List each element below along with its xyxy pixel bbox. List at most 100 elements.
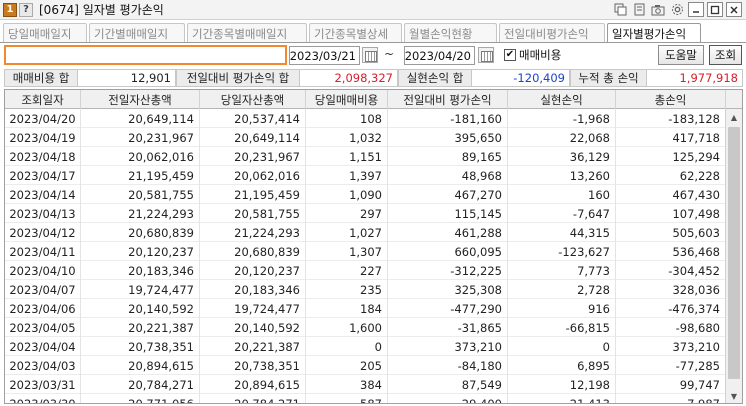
table-body: 2023/04/20 20,649,114 20,537,414 108 -181,16…: [5, 109, 726, 403]
help-button[interactable]: 도움말: [658, 45, 704, 65]
table-row[interactable]: 2023/04/18 20,062,016 20,231,967 1,151 89,16…: [5, 147, 726, 166]
table-row[interactable]: 2023/04/04 20,738,351 20,221,387 0 373,210 0 3…: [5, 337, 726, 356]
fee-checkbox-label: 매매비용: [519, 48, 562, 62]
cell-today-assets: 19,724,477: [200, 299, 306, 318]
cell-date: 2023/04/17: [5, 166, 81, 185]
tab-daily-eval[interactable]: 일자별평가손익: [607, 23, 701, 43]
minimize-icon[interactable]: [688, 2, 704, 17]
cell-date: 2023/04/20: [5, 109, 81, 128]
link-icon[interactable]: [612, 2, 628, 17]
tab-monthly-pnl[interactable]: 월별손익현황: [404, 23, 497, 43]
start-date-input[interactable]: 2023/03/21: [289, 46, 360, 65]
camera-icon[interactable]: [650, 2, 666, 17]
cell-total: 62,228: [616, 166, 726, 185]
table-row[interactable]: 2023/04/07 19,724,477 20,183,346 235 325,308…: [5, 280, 726, 299]
tab-period-journal[interactable]: 기간별매매일지: [89, 23, 185, 43]
prev-eval-sum-label: 전일대비 평가손익 합: [176, 69, 300, 87]
cell-prev-assets: 20,894,615: [81, 356, 200, 375]
cell-realized: -7,647: [508, 204, 616, 223]
tab-daily-journal[interactable]: 당일매매일지: [3, 23, 87, 43]
end-calendar-icon[interactable]: [478, 47, 494, 63]
table-row[interactable]: 2023/04/11 20,120,237 20,680,839 1,307 660,0…: [5, 242, 726, 261]
cell-realized: 21,413: [508, 394, 616, 403]
cell-total: 505,603: [616, 223, 726, 242]
fee-checkbox[interactable]: ✔: [504, 49, 516, 61]
cell-today-assets: 20,649,114: [200, 128, 306, 147]
cell-prev-assets: 20,649,114: [81, 109, 200, 128]
col-realized-header[interactable]: 실현손익: [508, 90, 616, 109]
table-row[interactable]: 2023/04/13 21,224,293 20,581,755 297 115,145…: [5, 204, 726, 223]
end-date-input[interactable]: 2023/04/20: [404, 46, 475, 65]
tab-period-stock-detail[interactable]: 기간종목별상세: [309, 23, 402, 43]
cell-realized: 6,895: [508, 356, 616, 375]
account-input[interactable]: [4, 45, 287, 65]
cell-fee: 205: [306, 356, 388, 375]
scroll-up-icon[interactable]: ▲: [726, 109, 742, 125]
summary-bar: 매매비용 합 12,901 전일대비 평가손익 합 2,098,327 실현손익…: [4, 69, 743, 87]
cell-today-assets: 21,224,293: [200, 223, 306, 242]
close-icon[interactable]: [726, 2, 742, 17]
cell-today-assets: 20,183,346: [200, 280, 306, 299]
cell-realized: 160: [508, 185, 616, 204]
cell-prev-eval: 461,288: [388, 223, 508, 242]
table-row[interactable]: 2023/04/19 20,231,967 20,649,114 1,032 395,6…: [5, 128, 726, 147]
col-total-header[interactable]: 총손익: [616, 90, 726, 109]
cell-total: 125,294: [616, 147, 726, 166]
search-button[interactable]: 조회: [709, 45, 742, 65]
cell-today-assets: 20,537,414: [200, 109, 306, 128]
table-row[interactable]: 2023/04/14 20,581,755 21,195,459 1,090 467,2…: [5, 185, 726, 204]
start-calendar-icon[interactable]: [362, 47, 378, 63]
vertical-scrollbar[interactable]: ▲ ▼: [725, 109, 742, 403]
cell-total: 107,498: [616, 204, 726, 223]
cell-prev-assets: 20,771,056: [81, 394, 200, 403]
col-fee-header[interactable]: 당일매매비용: [306, 90, 388, 109]
cell-date: 2023/03/30: [5, 394, 81, 403]
cell-date: 2023/04/19: [5, 128, 81, 147]
tab-prev-day-eval[interactable]: 전일대비평가손익: [499, 23, 605, 43]
table-row[interactable]: 2023/04/20 20,649,114 20,537,414 108 -181,16…: [5, 109, 726, 128]
cell-prev-eval: -31,865: [388, 318, 508, 337]
tab-period-stock-journal[interactable]: 기간종목별매매일지: [187, 23, 307, 43]
cell-date: 2023/04/13: [5, 204, 81, 223]
cell-total: -7,987: [616, 394, 726, 403]
col-prev-eval-header[interactable]: 전일대비 평가손익: [388, 90, 508, 109]
cell-prev-assets: 21,195,459: [81, 166, 200, 185]
cell-realized: 36,129: [508, 147, 616, 166]
table-row[interactable]: 2023/04/12 20,680,839 21,224,293 1,027 461,2…: [5, 223, 726, 242]
cell-realized: 0: [508, 337, 616, 356]
cell-total: 373,210: [616, 337, 726, 356]
scroll-down-icon[interactable]: ▼: [726, 388, 742, 403]
table-row[interactable]: 2023/03/31 20,784,271 20,894,615 384 87,549 1…: [5, 375, 726, 394]
cell-fee: 1,600: [306, 318, 388, 337]
table-row[interactable]: 2023/04/10 20,183,346 20,120,237 227 -312,22…: [5, 261, 726, 280]
col-date-header[interactable]: 조회일자: [5, 90, 81, 109]
col-today-assets-header[interactable]: 당일자산총액: [200, 90, 306, 109]
cell-date: 2023/04/06: [5, 299, 81, 318]
cell-fee: 184: [306, 299, 388, 318]
table-row[interactable]: 2023/04/03 20,894,615 20,738,351 205 -84,180…: [5, 356, 726, 375]
cell-today-assets: 20,738,351: [200, 356, 306, 375]
cell-prev-assets: 20,062,016: [81, 147, 200, 166]
cell-prev-assets: 20,680,839: [81, 223, 200, 242]
table-row[interactable]: 2023/03/30 20,771,056 20,784,271 587 -29,400…: [5, 394, 726, 403]
col-prev-assets-header[interactable]: 전일자산총액: [81, 90, 200, 109]
cumulative-pnl-value: 1,977,918: [647, 69, 743, 87]
table-row[interactable]: 2023/04/06 20,140,592 19,724,477 184 -477,29…: [5, 299, 726, 318]
cell-fee: 1,151: [306, 147, 388, 166]
scrollbar-thumb[interactable]: [728, 127, 740, 379]
help-badge[interactable]: ?: [19, 2, 33, 17]
cell-prev-eval: 115,145: [388, 204, 508, 223]
tab-strip: 당일매매일지 기간별매매일지 기간종목별매매일지 기간종목별상세 월별손익현황 …: [3, 23, 703, 43]
table-row[interactable]: 2023/04/17 21,195,459 20,062,016 1,397 48,96…: [5, 166, 726, 185]
maximize-icon[interactable]: [707, 2, 723, 17]
copy-window-icon[interactable]: [631, 2, 647, 17]
cell-fee: 1,090: [306, 185, 388, 204]
cell-realized: 2,728: [508, 280, 616, 299]
cell-realized: 44,315: [508, 223, 616, 242]
cell-prev-assets: 20,784,271: [81, 375, 200, 394]
settings-icon[interactable]: [669, 2, 685, 17]
cell-prev-eval: 395,650: [388, 128, 508, 147]
cell-prev-eval: 48,968: [388, 166, 508, 185]
table-row[interactable]: 2023/04/05 20,221,387 20,140,592 1,600 -31,8…: [5, 318, 726, 337]
cell-date: 2023/04/04: [5, 337, 81, 356]
